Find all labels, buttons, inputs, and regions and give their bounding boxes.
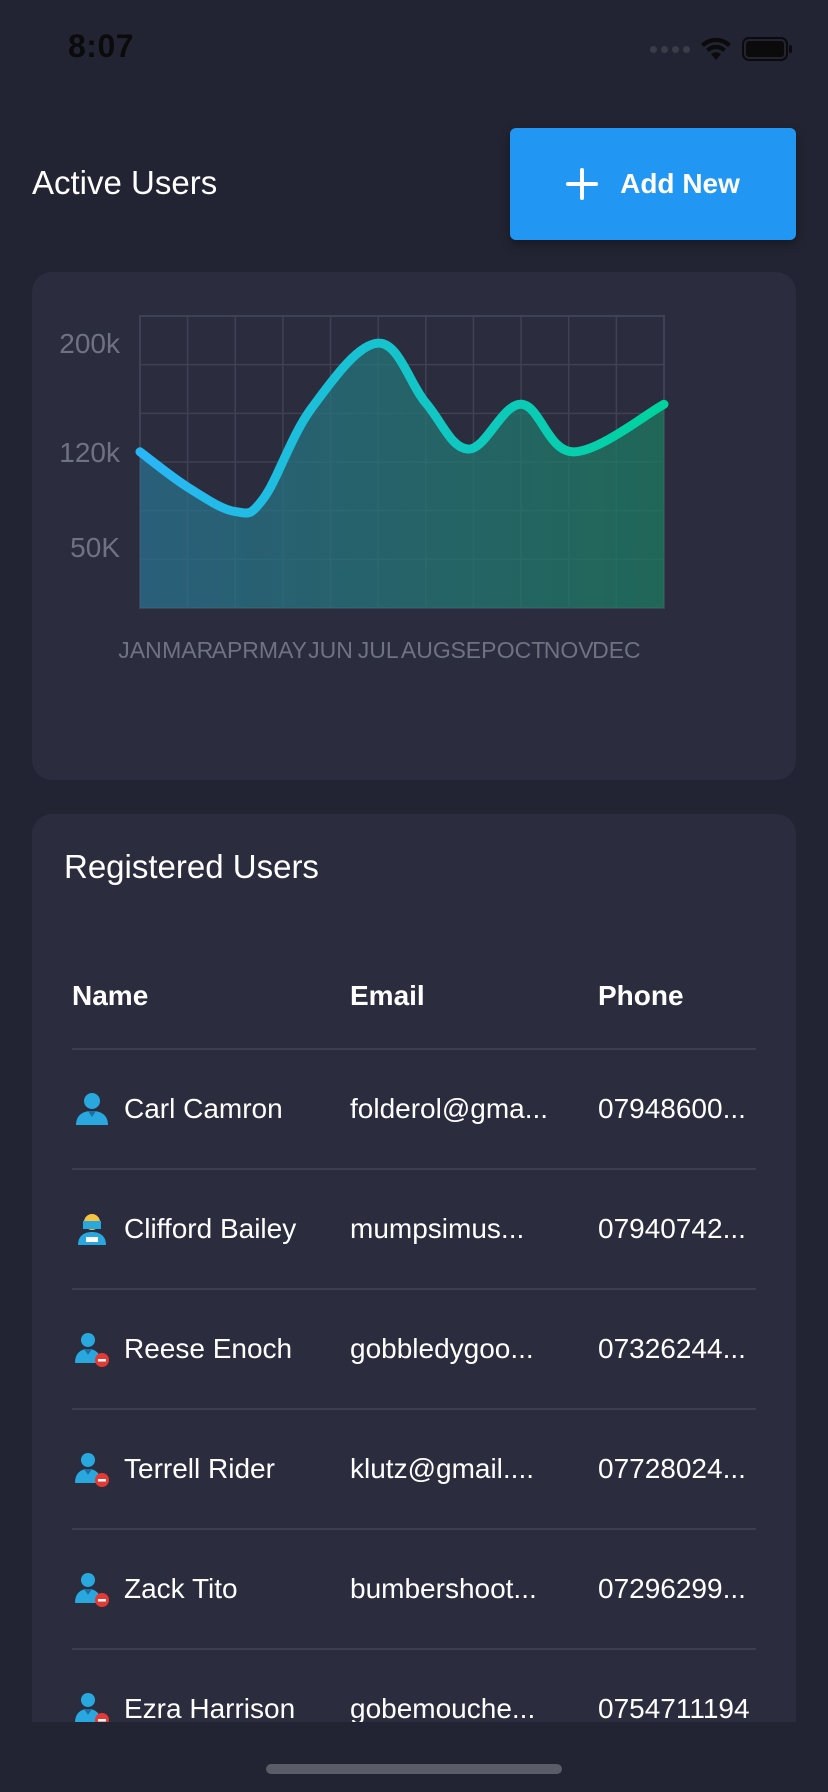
cell-email: bumbershoot... bbox=[350, 1573, 537, 1604]
user-name: Reese Enoch bbox=[124, 1333, 293, 1364]
registered-users-title: Registered Users bbox=[64, 848, 319, 885]
cell-email: klutz@gmail.... bbox=[350, 1453, 535, 1484]
cell-name: Terrell Rider bbox=[72, 1449, 350, 1489]
page-title: Active Users bbox=[32, 164, 218, 201]
table-row[interactable]: Clifford Bailey mumpsimus... 07940742... bbox=[72, 1170, 756, 1290]
chart-x-tick-label: JUL bbox=[358, 637, 399, 663]
chart-x-tick-label: JAN bbox=[118, 637, 161, 663]
chart-x-tick-label: DEC bbox=[592, 637, 641, 663]
cell-name: Reese Enoch bbox=[72, 1329, 350, 1369]
cell-phone: 07326244... bbox=[598, 1333, 746, 1364]
table-row[interactable]: Reese Enoch gobbledygoo... 07326244... bbox=[72, 1290, 756, 1410]
user-name: Clifford Bailey bbox=[124, 1213, 297, 1244]
chart-x-tick-label: OCT bbox=[497, 637, 546, 663]
cell-email: gobbledygoo... bbox=[350, 1333, 534, 1364]
table-row[interactable]: Zack Tito bumbershoot... 07296299... bbox=[72, 1530, 756, 1650]
users-table: Name Email Phone Carl Camron folderol@gm… bbox=[72, 944, 756, 1770]
add-new-label: Add New bbox=[620, 168, 740, 199]
add-new-button[interactable]: Add New bbox=[510, 128, 796, 240]
chart-y-tick-label: 50K bbox=[70, 532, 120, 563]
user-icon bbox=[72, 1089, 112, 1129]
table-row[interactable]: Carl Camron folderol@gma... 07948600... bbox=[72, 1050, 756, 1170]
cell-phone: 0754711194 bbox=[598, 1693, 750, 1724]
cell-email: mumpsimus... bbox=[350, 1213, 525, 1244]
table-row[interactable]: Terrell Rider klutz@gmail.... 07728024..… bbox=[72, 1410, 756, 1530]
cellular-signal-icon bbox=[650, 45, 690, 53]
cell-email: gobemouche... bbox=[350, 1693, 536, 1724]
user-name: Terrell Rider bbox=[124, 1453, 275, 1484]
user-helmet-icon bbox=[72, 1209, 112, 1249]
status-bar: 8:07 bbox=[0, 0, 828, 100]
user-name: Zack Tito bbox=[124, 1573, 238, 1604]
status-time: 8:07 bbox=[68, 28, 135, 64]
user-remove-icon bbox=[72, 1569, 112, 1609]
home-indicator[interactable] bbox=[266, 1764, 562, 1774]
table-header: Name Email Phone bbox=[72, 944, 756, 1050]
column-header-phone[interactable]: Phone bbox=[598, 980, 756, 1012]
cell-phone: 07940742... bbox=[598, 1213, 746, 1244]
plus-icon bbox=[566, 168, 599, 200]
cell-email: folderol@gma... bbox=[350, 1093, 549, 1124]
chart-area-fill bbox=[140, 343, 664, 608]
screen: 8:07 Active Users Add New 200k 120k 50K … bbox=[0, 0, 828, 1792]
active-users-chart: 200k 120k 50K JAN MARAPR MAY JUN JUL AUG SEP OCTN… bbox=[59, 315, 669, 663]
chart-y-tick-label: 200k bbox=[59, 328, 121, 359]
chart-x-tick-label: SEP bbox=[450, 637, 496, 663]
cell-phone: 07948600... bbox=[598, 1093, 746, 1124]
cell-phone: 07296299... bbox=[598, 1573, 746, 1604]
registered-users-card: Registered Users Name Email Phone Carl C… bbox=[32, 814, 796, 1792]
status-icons bbox=[650, 34, 794, 64]
column-header-name[interactable]: Name bbox=[72, 980, 350, 1012]
battery-icon bbox=[742, 37, 792, 61]
chart-x-tick-label: JUN bbox=[308, 637, 353, 663]
wifi-icon bbox=[701, 37, 731, 60]
bottom-safe-area bbox=[0, 1722, 828, 1792]
user-name: Ezra Harrison bbox=[124, 1693, 296, 1724]
chart-x-tick-label: MAY bbox=[259, 637, 307, 663]
user-name: Carl Camron bbox=[124, 1093, 283, 1124]
active-users-chart-card: 200k 120k 50K JAN MAR APR MAY JUN JUL AUG SEP OCT N… bbox=[32, 272, 796, 780]
cell-name: Carl Camron bbox=[72, 1089, 350, 1129]
user-remove-icon bbox=[72, 1449, 112, 1489]
cell-phone: 07728024... bbox=[598, 1453, 746, 1484]
cell-name: Clifford Bailey bbox=[72, 1209, 350, 1249]
chart-x-tick-label: APR bbox=[212, 637, 259, 663]
cell-name: Zack Tito bbox=[72, 1569, 350, 1609]
chart-y-tick-label: 120k bbox=[59, 437, 121, 468]
column-header-email[interactable]: Email bbox=[350, 980, 598, 1012]
chart-x-tick-label: AUG bbox=[401, 637, 451, 663]
chart-x-tick-label: MAR bbox=[162, 637, 213, 663]
user-remove-icon bbox=[72, 1329, 112, 1369]
chart-x-tick-label: NOV bbox=[544, 637, 595, 663]
